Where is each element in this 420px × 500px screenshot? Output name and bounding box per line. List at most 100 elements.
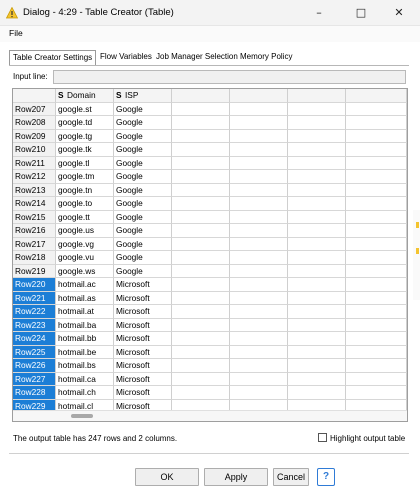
empty-cell[interactable] xyxy=(346,116,407,130)
empty-cell[interactable] xyxy=(346,143,407,157)
row-id-cell[interactable]: Row215 xyxy=(13,210,56,224)
empty-cell[interactable] xyxy=(230,264,288,278)
isp-cell[interactable]: Google xyxy=(114,210,172,224)
empty-cell[interactable] xyxy=(172,129,230,143)
row-id-cell[interactable]: Row220 xyxy=(13,278,56,292)
empty-cell[interactable] xyxy=(288,386,346,400)
tab-job-manager-selection[interactable]: Job Manager Selection xyxy=(153,50,241,65)
isp-cell[interactable]: Google xyxy=(114,116,172,130)
table-row[interactable]: Row212 google.tm Google xyxy=(13,170,407,184)
isp-cell[interactable]: Google xyxy=(114,170,172,184)
empty-cell[interactable] xyxy=(230,102,288,116)
row-id-cell[interactable]: Row226 xyxy=(13,359,56,373)
row-id-header[interactable] xyxy=(13,89,56,103)
table-row[interactable]: Row219 google.ws Google xyxy=(13,264,407,278)
domain-cell[interactable]: hotmail.at xyxy=(56,305,114,319)
domain-cell[interactable]: hotmail.ca xyxy=(56,372,114,386)
domain-cell[interactable]: google.st xyxy=(56,102,114,116)
isp-cell[interactable]: Microsoft xyxy=(114,359,172,373)
row-id-cell[interactable]: Row222 xyxy=(13,305,56,319)
empty-cell[interactable] xyxy=(346,332,407,346)
isp-cell[interactable]: Microsoft xyxy=(114,278,172,292)
empty-cell[interactable] xyxy=(346,156,407,170)
maximize-button[interactable]: □ xyxy=(340,0,382,26)
isp-cell[interactable]: Google xyxy=(114,197,172,211)
empty-cell[interactable] xyxy=(288,210,346,224)
table-row[interactable]: Row208 google.td Google xyxy=(13,116,407,130)
isp-cell[interactable]: Google xyxy=(114,224,172,238)
empty-cell[interactable] xyxy=(230,251,288,265)
empty-cell[interactable] xyxy=(346,386,407,400)
empty-cell[interactable] xyxy=(230,143,288,157)
table-row[interactable]: Row223 hotmail.ba Microsoft xyxy=(13,318,407,332)
row-id-cell[interactable]: Row207 xyxy=(13,102,56,116)
isp-cell[interactable]: Google xyxy=(114,102,172,116)
empty-cell[interactable] xyxy=(172,197,230,211)
empty-cell[interactable] xyxy=(288,197,346,211)
table-row[interactable]: Row226 hotmail.bs Microsoft xyxy=(13,359,407,373)
empty-cell[interactable] xyxy=(288,318,346,332)
isp-cell[interactable]: Google xyxy=(114,129,172,143)
empty-cell[interactable] xyxy=(172,264,230,278)
empty-cell[interactable] xyxy=(288,143,346,157)
isp-cell[interactable]: Microsoft xyxy=(114,345,172,359)
domain-cell[interactable]: hotmail.ba xyxy=(56,318,114,332)
empty-cell[interactable] xyxy=(172,305,230,319)
empty-cell[interactable] xyxy=(346,345,407,359)
horizontal-scrollbar[interactable] xyxy=(13,410,407,421)
domain-cell[interactable]: google.us xyxy=(56,224,114,238)
empty-cell[interactable] xyxy=(172,210,230,224)
table-row[interactable]: Row210 google.tk Google xyxy=(13,143,407,157)
empty-cell[interactable] xyxy=(346,372,407,386)
row-id-cell[interactable]: Row208 xyxy=(13,116,56,130)
table-row[interactable]: Row213 google.tn Google xyxy=(13,183,407,197)
empty-cell[interactable] xyxy=(172,183,230,197)
empty-cell[interactable] xyxy=(172,143,230,157)
empty-cell[interactable] xyxy=(288,332,346,346)
empty-cell[interactable] xyxy=(230,197,288,211)
row-id-cell[interactable]: Row227 xyxy=(13,372,56,386)
highlight-output-checkbox[interactable] xyxy=(318,433,327,442)
table-row[interactable]: Row228 hotmail.ch Microsoft xyxy=(13,386,407,400)
empty-cell[interactable] xyxy=(346,197,407,211)
empty-cell[interactable] xyxy=(288,251,346,265)
apply-button[interactable]: Apply xyxy=(204,468,268,486)
help-icon[interactable]: ? xyxy=(317,468,335,486)
empty-cell[interactable] xyxy=(172,359,230,373)
domain-cell[interactable]: hotmail.ac xyxy=(56,278,114,292)
isp-cell[interactable]: Microsoft xyxy=(114,318,172,332)
empty-cell[interactable] xyxy=(346,251,407,265)
tab-flow-variables[interactable]: Flow Variables xyxy=(97,50,155,65)
empty-cell[interactable] xyxy=(230,305,288,319)
empty-cell[interactable] xyxy=(172,345,230,359)
isp-cell[interactable]: Google xyxy=(114,251,172,265)
empty-cell[interactable] xyxy=(288,278,346,292)
empty-cell[interactable] xyxy=(346,318,407,332)
isp-cell[interactable]: Google xyxy=(114,237,172,251)
table-row[interactable]: Row211 google.tl Google xyxy=(13,156,407,170)
domain-cell[interactable]: hotmail.as xyxy=(56,291,114,305)
empty-cell[interactable] xyxy=(230,116,288,130)
empty-cell[interactable] xyxy=(230,237,288,251)
tab-table-creator-settings[interactable]: Table Creator Settings xyxy=(9,50,97,65)
domain-cell[interactable]: google.ws xyxy=(56,264,114,278)
table-row[interactable]: Row220 hotmail.ac Microsoft xyxy=(13,278,407,292)
empty-cell[interactable] xyxy=(172,278,230,292)
table-row[interactable]: Row227 hotmail.ca Microsoft xyxy=(13,372,407,386)
row-id-cell[interactable]: Row216 xyxy=(13,224,56,238)
row-id-cell[interactable]: Row212 xyxy=(13,170,56,184)
empty-cell[interactable] xyxy=(288,183,346,197)
empty-cell[interactable] xyxy=(172,332,230,346)
domain-cell[interactable]: google.tg xyxy=(56,129,114,143)
minimize-button[interactable]: – xyxy=(298,0,340,26)
isp-cell[interactable]: Google xyxy=(114,183,172,197)
isp-cell[interactable]: Microsoft xyxy=(114,291,172,305)
empty-cell[interactable] xyxy=(172,224,230,238)
row-id-cell[interactable]: Row225 xyxy=(13,345,56,359)
domain-cell[interactable]: hotmail.be xyxy=(56,345,114,359)
empty-cell[interactable] xyxy=(172,291,230,305)
empty-cell[interactable] xyxy=(230,129,288,143)
table-row[interactable]: Row225 hotmail.be Microsoft xyxy=(13,345,407,359)
isp-cell[interactable]: Google xyxy=(114,264,172,278)
empty-cell[interactable] xyxy=(230,156,288,170)
